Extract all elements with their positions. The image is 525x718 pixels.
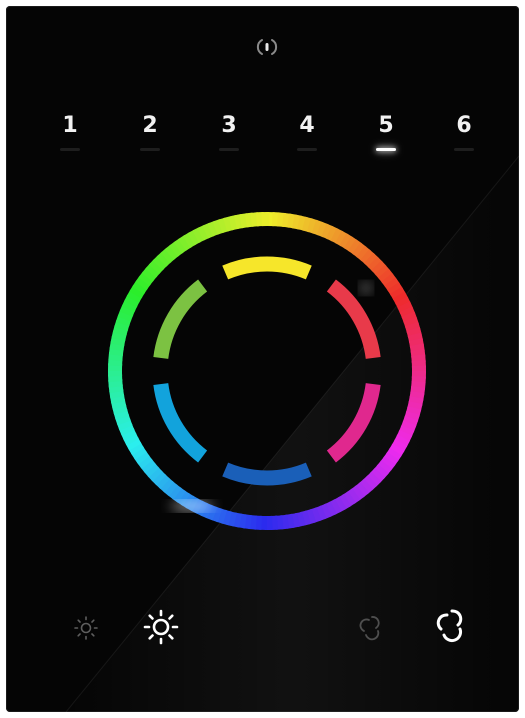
color-segment-yellow[interactable] — [222, 256, 312, 280]
zone-indicator — [297, 148, 317, 151]
zone-indicator — [219, 148, 239, 151]
color-segment-cyan[interactable] — [153, 382, 208, 463]
power-icon — [256, 39, 278, 55]
cycle-icon — [359, 616, 380, 641]
zone-label: 2 — [142, 113, 158, 138]
brightness-down-button[interactable] — [68, 610, 104, 646]
zone-indicator — [454, 148, 474, 151]
zone-label: 4 — [299, 113, 315, 138]
zone-button-1[interactable]: 1 — [50, 111, 90, 161]
color-wheel[interactable] — [104, 208, 430, 534]
zone-indicator — [60, 148, 80, 151]
zone-label: 3 — [221, 113, 237, 138]
zone-indicator — [376, 148, 396, 151]
mode-up-button[interactable] — [430, 604, 474, 648]
color-segment-green[interactable] — [153, 279, 208, 360]
zone-label: 5 — [378, 113, 394, 138]
zone-label: 1 — [62, 113, 78, 138]
mode-down-button[interactable] — [354, 610, 390, 646]
zone-indicator — [140, 148, 160, 151]
color-segment-magenta[interactable] — [326, 382, 381, 463]
zone-button-4[interactable]: 4 — [287, 111, 327, 161]
zone-label: 6 — [456, 113, 472, 138]
control-panel: 1 2 3 4 5 6 — [6, 6, 519, 712]
zone-button-5[interactable]: 5 — [366, 111, 406, 161]
zone-button-6[interactable]: 6 — [444, 111, 484, 161]
color-wheel-graphic — [107, 211, 427, 531]
power-button[interactable] — [256, 36, 278, 58]
brightness-up-button[interactable] — [140, 606, 182, 648]
zone-button-2[interactable]: 2 — [130, 111, 170, 161]
sun-small-icon — [74, 616, 98, 640]
cycle-icon — [436, 609, 463, 643]
color-segment-blue[interactable] — [222, 462, 312, 486]
color-segment-red[interactable] — [326, 279, 381, 360]
sun-large-icon — [143, 609, 179, 645]
zone-button-3[interactable]: 3 — [209, 111, 249, 161]
